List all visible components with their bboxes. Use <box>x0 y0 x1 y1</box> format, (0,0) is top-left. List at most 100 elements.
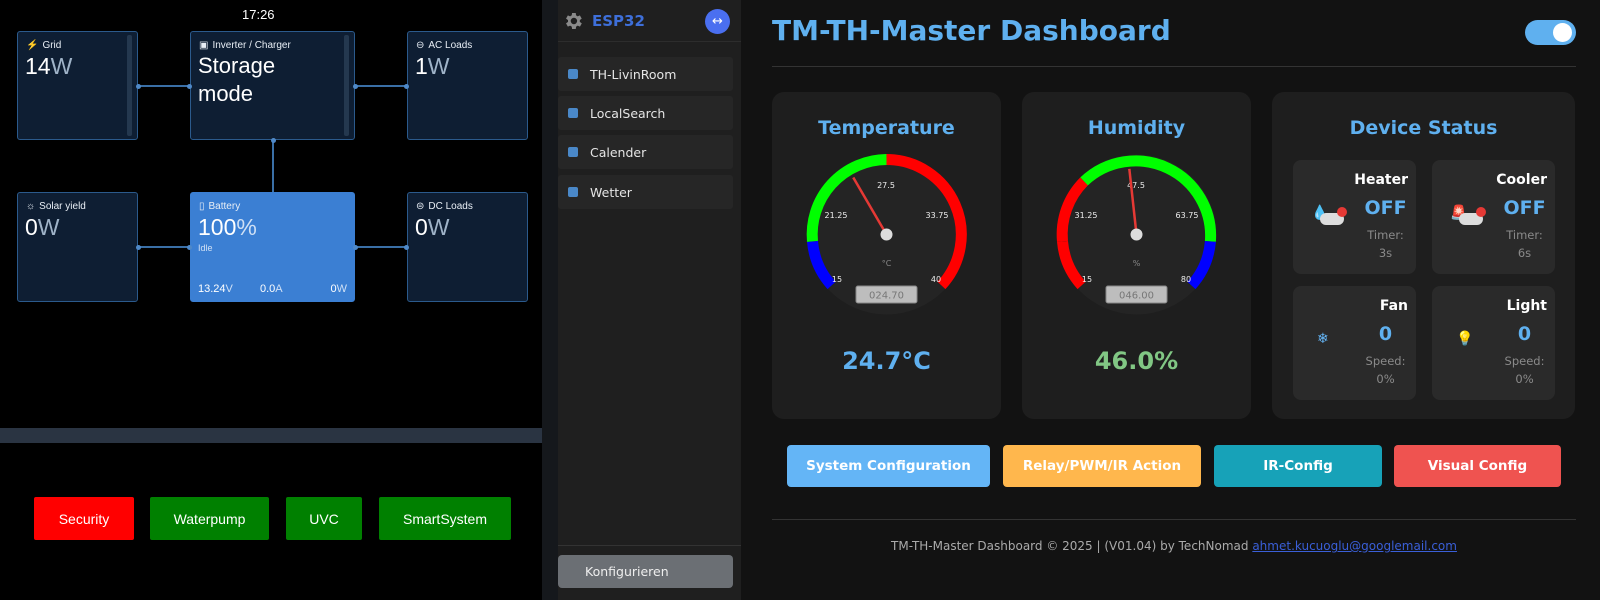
sidebar-item-label: Calender <box>590 144 647 160</box>
sidebar-item-calender[interactable]: Calender <box>558 135 733 169</box>
device-name: Cooler <box>1496 172 1547 188</box>
device-state: 0 <box>1517 323 1532 345</box>
visual-config-button[interactable]: Visual Config <box>1394 445 1561 487</box>
light-bulb-icon: 💡 <box>1456 331 1474 347</box>
calendar-icon <box>568 147 578 157</box>
inverter-scrollbar <box>344 35 349 136</box>
battery-state: Idle <box>198 243 213 253</box>
ir-config-button[interactable]: IR-Config <box>1214 445 1382 487</box>
ac-loads-unit: W <box>427 53 450 79</box>
gauge-unit: °C <box>882 259 892 268</box>
grid-tile[interactable]: ⚡ Grid 14W <box>17 31 138 140</box>
dc-loads-tile[interactable]: ⊜ DC Loads 0W <box>407 192 528 302</box>
device-state: OFF <box>1503 197 1546 219</box>
gauge-display-value: 024.70 <box>869 291 904 302</box>
folder-icon <box>568 108 578 118</box>
device-fan[interactable]: ❄ Fan 0 Speed: 0% <box>1293 286 1416 400</box>
battery-voltage: 13.24 <box>198 283 226 295</box>
gauge-unit: % <box>1133 259 1141 268</box>
gauge-display-value: 046.00 <box>1119 291 1154 302</box>
gauge-tick-label: 80 <box>1181 275 1191 284</box>
page-title: TM-TH-Master Dashboard <box>772 14 1171 47</box>
swap-icon[interactable]: ↔ <box>705 9 730 34</box>
device-status-title: Device Status <box>1349 117 1498 139</box>
ac-loads-label: AC Loads <box>428 40 473 51</box>
dashboard: TM-TH-Master Dashboard Temperature 15 21… <box>741 0 1600 600</box>
ac-loads-value: 1 <box>415 53 428 79</box>
panel-gap <box>542 0 558 600</box>
relay-pwm-ir-action-button[interactable]: Relay/PWM/IR Action <box>1003 445 1201 487</box>
device-sub-label: Timer: <box>1506 228 1543 242</box>
sidebar-separator <box>558 545 741 546</box>
battery-current: 0.0 <box>260 283 276 295</box>
footer: TM-TH-Master Dashboard © 2025 | (V01.04)… <box>772 539 1576 553</box>
device-state: OFF <box>1364 197 1407 219</box>
device-cooler[interactable]: 🚨 Cooler OFF Timer: 6s <box>1432 160 1555 274</box>
battery-unit: % <box>236 214 257 240</box>
sun-icon: ☼ <box>26 201 36 212</box>
temperature-title: Temperature <box>818 117 955 139</box>
gauge-tick-label: 33.75 <box>926 211 949 220</box>
battery-power-unit: W <box>336 283 347 295</box>
device-sub-label: Timer: <box>1367 228 1404 242</box>
gauge-tick-label: 15 <box>1082 275 1092 284</box>
inverter-tile[interactable]: ▣ Inverter / Charger Storage mode <box>190 31 355 140</box>
battery-tile[interactable]: ▯ Battery 100% Idle 13.24V 0.0A 0W <box>190 192 355 302</box>
gear-icon[interactable] <box>562 10 584 32</box>
sidebar-item-th-livinroom[interactable]: TH-LivinRoom <box>558 57 733 91</box>
device-sub-value: 3s <box>1378 246 1393 260</box>
theme-toggle[interactable] <box>1525 20 1576 45</box>
sidebar-item-localsearch[interactable]: LocalSearch <box>558 96 733 130</box>
sidebar-item-wetter[interactable]: Wetter <box>558 175 733 209</box>
gauge-pivot <box>880 228 893 241</box>
humidity-gauge: 15 31.25 47.5 63.75 80 % 046.00 <box>1056 154 1217 315</box>
grid-unit: W <box>50 53 73 79</box>
solar-unit: W <box>37 214 60 240</box>
inverter-mode-line1: Storage <box>198 53 276 78</box>
waterpump-button[interactable]: Waterpump <box>150 497 269 540</box>
device-name: Light <box>1506 298 1547 314</box>
connector-dot <box>187 245 192 250</box>
dc-icon: ⊜ <box>416 201 425 212</box>
sidebar: ESP32 ↔ TH-LivinRoom LocalSearch Calende… <box>558 0 741 600</box>
inverter-mode-line2: mode <box>198 81 254 106</box>
humidity-reading: 46.0% <box>1094 347 1179 375</box>
device-heater[interactable]: 💧 Heater OFF Timer: 3s <box>1293 160 1416 274</box>
battery-icon: ▯ <box>199 201 205 212</box>
gauge-tick-label: 15 <box>832 275 842 284</box>
device-name: Fan <box>1379 298 1408 314</box>
humidity-title: Humidity <box>1087 117 1186 139</box>
footer-divider <box>772 519 1576 520</box>
battery-voltage-unit: V <box>225 283 233 295</box>
connector-dot <box>404 245 409 250</box>
snowflake-icon: ❄ <box>1317 331 1329 347</box>
solar-battery-connector <box>138 246 190 248</box>
device-status-card: Device Status 💧 Heater OFF Timer: 3s 🚨 Co… <box>1272 92 1575 419</box>
dc-loads-value: 0 <box>415 214 428 240</box>
sidebar-item-label: Wetter <box>590 184 632 200</box>
device-sub-value: 0% <box>1376 372 1395 386</box>
connector-dot <box>136 84 141 89</box>
ac-loads-tile[interactable]: ⊖ AC Loads 1W <box>407 31 528 140</box>
uvc-button[interactable]: UVC <box>286 497 362 540</box>
sidebar-item-label: TH-LivinRoom <box>590 66 677 82</box>
gauge-pivot <box>1130 228 1143 241</box>
device-sub-value: 0% <box>1515 372 1534 386</box>
connector-dot <box>271 138 276 143</box>
device-light[interactable]: 💡 Light 0 Speed: 0% <box>1432 286 1555 400</box>
system-configuration-button[interactable]: System Configuration <box>787 445 990 487</box>
humidity-card: Humidity 15 31.25 47.5 63.75 80 % 046.00… <box>1022 92 1251 419</box>
smartsystem-button[interactable]: SmartSystem <box>379 497 511 540</box>
pylon-icon: ⚡ <box>26 40 39 51</box>
sidebar-brand: ESP32 <box>592 11 645 30</box>
inverter-battery-connector <box>272 140 274 192</box>
dc-loads-unit: W <box>427 214 450 240</box>
solar-tile[interactable]: ☼ Solar yield 0W <box>17 192 138 302</box>
footer-email-link[interactable]: ahmet.kucuoglu@googlemail.com <box>1252 539 1457 553</box>
connector-dot <box>187 84 192 89</box>
security-button[interactable]: Security <box>34 497 134 540</box>
grid-value: 14 <box>25 53 51 79</box>
temperature-gauge: 15 21.25 27.5 33.75 40 °C 024.70 <box>806 154 967 315</box>
configure-button[interactable]: Konfigurieren <box>558 555 733 588</box>
inverter-ac-connector <box>355 85 407 87</box>
